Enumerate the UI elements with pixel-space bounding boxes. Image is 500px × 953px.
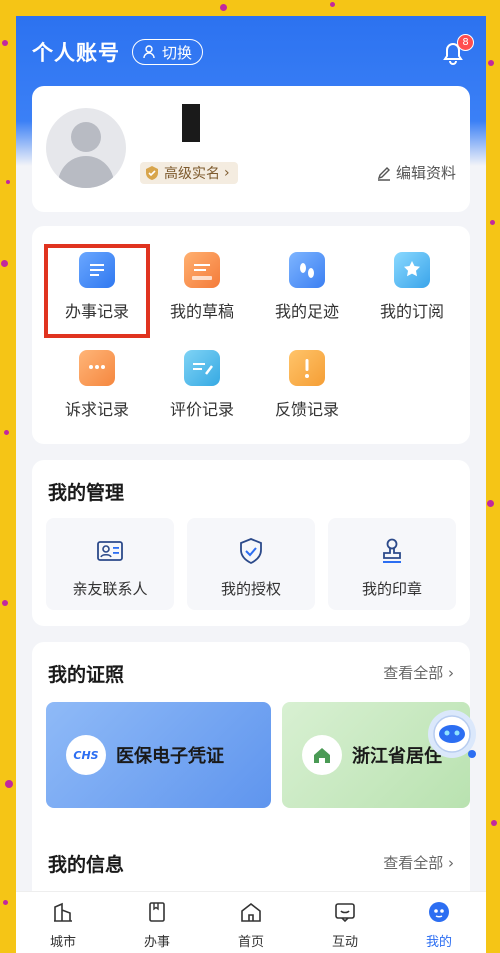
management-title: 我的管理 [48, 482, 125, 504]
record-item-review[interactable]: 评价记录 [152, 350, 252, 420]
record-label: 评价记录 [169, 400, 234, 419]
edit-profile-button[interactable]: 编辑资料 [376, 162, 456, 183]
tab-label: 我的 [425, 935, 452, 950]
header: 个人账号 切换 8 [16, 16, 486, 88]
draft-icon [184, 252, 220, 288]
bottom-tab-bar: 城市 办事 首页 互动 我的 [16, 891, 486, 953]
profile-card: 高级实名 › 编辑资料 [32, 86, 470, 212]
phone-screen: 个人账号 切换 8 高级实名 › 编辑资料 办事记录 我的草稿 我的足迹 我的订… [16, 16, 486, 953]
management-label: 我的印章 [361, 580, 422, 598]
info-title: 我的信息 [48, 854, 125, 876]
message-icon [335, 903, 355, 923]
verification-label: 高级实名 [164, 166, 220, 182]
avatar[interactable] [46, 108, 126, 188]
tab-tasks[interactable]: 办事 [110, 892, 204, 953]
shield-check-icon [240, 538, 262, 565]
profile-robot-icon [429, 902, 449, 922]
page-title: 个人账号 [32, 41, 120, 65]
highlight-box [44, 244, 150, 338]
task-icon [149, 902, 165, 922]
edit-profile-label: 编辑资料 [395, 164, 456, 182]
redacted-username [182, 104, 200, 142]
feedback-icon [289, 350, 325, 386]
tab-city[interactable]: 城市 [16, 892, 110, 953]
see-all-label: 查看全部 [383, 854, 444, 872]
bookmark-icon [394, 252, 430, 288]
record-label: 诉求记录 [64, 400, 129, 419]
record-label: 我的订阅 [379, 302, 444, 321]
notification-badge: 8 [457, 34, 474, 51]
management-item-seal[interactable]: 我的印章 [328, 518, 456, 610]
license-title: 我的证照 [48, 664, 125, 686]
license-label: 医保电子凭证 [116, 746, 224, 767]
house-icon [302, 735, 342, 775]
management-label: 亲友联系人 [72, 580, 148, 598]
record-item-subscription[interactable]: 我的订阅 [362, 252, 462, 322]
chat-icon [79, 350, 115, 386]
notification-button[interactable]: 8 [440, 34, 474, 66]
chevron-right-icon: › [448, 664, 454, 682]
tab-label: 互动 [331, 935, 358, 950]
chs-logo-text: CHS [73, 748, 99, 762]
chevron-right-icon: › [448, 854, 454, 872]
records-card: 办事记录 我的草稿 我的足迹 我的订阅 诉求记录 评价记录 反馈记录 [32, 226, 470, 444]
review-icon [184, 350, 220, 386]
info-see-all-link[interactable]: 查看全部 › [383, 852, 454, 873]
city-icon [54, 902, 72, 922]
record-item-appeal[interactable]: 诉求记录 [47, 350, 147, 420]
switch-label: 切换 [162, 43, 193, 62]
tab-interact[interactable]: 互动 [298, 892, 392, 953]
see-all-label: 查看全部 [383, 664, 444, 682]
record-item-feedback[interactable]: 反馈记录 [257, 350, 357, 420]
license-item-medical-insurance[interactable]: CHS 医保电子凭证 [46, 702, 271, 808]
management-card: 我的管理 亲友联系人 我的授权 我的印章 [32, 460, 470, 626]
record-item-drafts[interactable]: 我的草稿 [152, 252, 252, 322]
switch-account-button[interactable]: 切换 [132, 39, 204, 65]
verification-badge[interactable]: 高级实名 › [140, 162, 238, 184]
user-switch-icon [143, 45, 155, 59]
management-item-authorization[interactable]: 我的授权 [187, 518, 315, 610]
tab-label: 城市 [49, 935, 76, 950]
tab-label: 办事 [143, 935, 170, 950]
verified-shield-icon [146, 166, 158, 180]
record-item-footprint[interactable]: 我的足迹 [257, 252, 357, 322]
edit-pencil-icon [377, 166, 390, 181]
management-label: 我的授权 [220, 580, 281, 598]
license-see-all-link[interactable]: 查看全部 › [383, 662, 454, 683]
record-label: 我的草稿 [169, 302, 234, 321]
record-label: 我的足迹 [274, 302, 339, 321]
management-item-contacts[interactable]: 亲友联系人 [46, 518, 174, 610]
chs-logo-icon: CHS [66, 735, 106, 775]
chevron-right-icon: › [224, 165, 230, 181]
tab-mine[interactable]: 我的 [392, 892, 486, 953]
stamp-icon [383, 538, 401, 563]
record-label: 反馈记录 [274, 400, 339, 419]
robot-icon [428, 710, 476, 758]
assistant-robot-button[interactable] [422, 698, 480, 770]
tab-home[interactable]: 首页 [204, 892, 298, 953]
home-icon [241, 902, 261, 922]
contact-card-icon [97, 541, 123, 561]
tab-label: 首页 [237, 935, 264, 950]
footprint-icon [289, 252, 325, 288]
